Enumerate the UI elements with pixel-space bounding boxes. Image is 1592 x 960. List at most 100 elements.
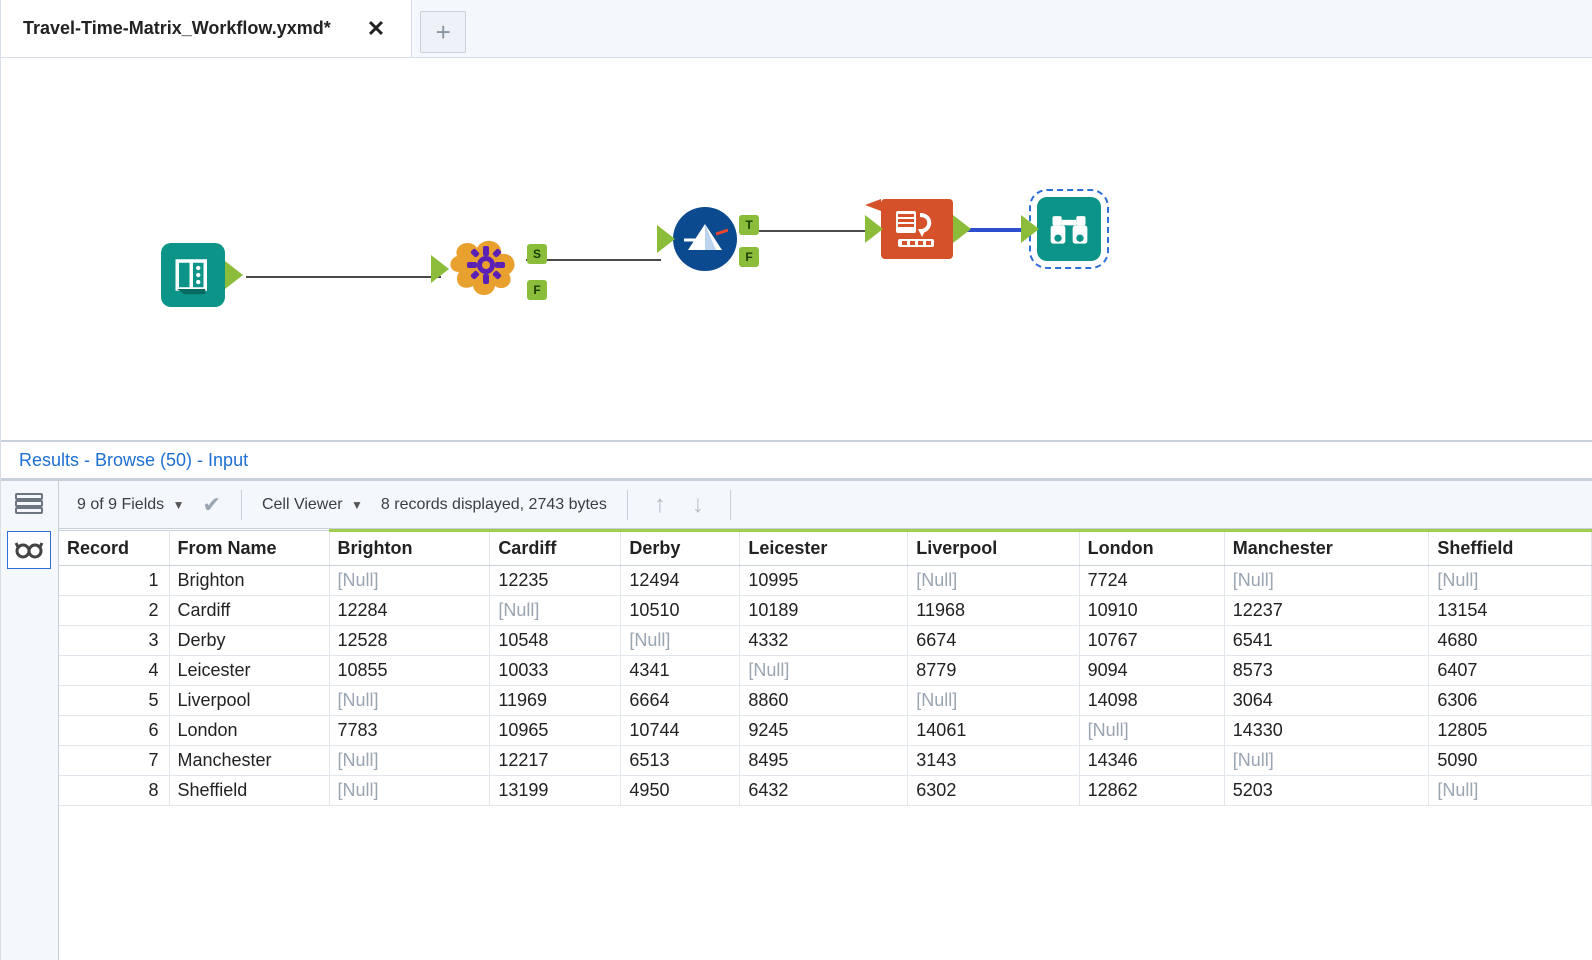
data-cell[interactable]: 14061 xyxy=(908,716,1079,746)
data-cell[interactable]: [Null] xyxy=(740,656,908,686)
record-number-cell[interactable]: 2 xyxy=(59,596,169,626)
from-name-cell[interactable]: Manchester xyxy=(169,746,329,776)
data-cell[interactable]: 4332 xyxy=(740,626,908,656)
connection-formula-crosstab[interactable] xyxy=(747,230,871,232)
column-header[interactable]: Record xyxy=(59,531,169,566)
record-number-cell[interactable]: 5 xyxy=(59,686,169,716)
record-number-cell[interactable]: 6 xyxy=(59,716,169,746)
data-view-button[interactable] xyxy=(7,531,51,569)
data-cell[interactable]: 11968 xyxy=(908,596,1079,626)
column-header[interactable]: Manchester xyxy=(1224,531,1429,566)
data-cell[interactable]: 10855 xyxy=(329,656,490,686)
output-anchor[interactable] xyxy=(953,215,971,243)
data-cell[interactable]: [Null] xyxy=(329,686,490,716)
output-anchor[interactable] xyxy=(225,261,243,289)
fields-selector[interactable]: 9 of 9 Fields ▼ xyxy=(77,496,189,514)
data-cell[interactable]: [Null] xyxy=(329,746,490,776)
data-cell[interactable]: 8860 xyxy=(740,686,908,716)
column-header[interactable]: Cardiff xyxy=(490,531,621,566)
results-title-bar[interactable]: Results - Browse (50) - Input xyxy=(1,440,1592,480)
record-number-cell[interactable]: 4 xyxy=(59,656,169,686)
data-cell[interactable]: 6432 xyxy=(740,776,908,806)
data-cell[interactable]: 12237 xyxy=(1224,596,1429,626)
data-cell[interactable]: 12862 xyxy=(1079,776,1224,806)
input-data-tool[interactable] xyxy=(161,243,243,307)
data-cell[interactable]: [Null] xyxy=(1429,776,1592,806)
column-header[interactable]: Leicester xyxy=(740,531,908,566)
from-name-cell[interactable]: Leicester xyxy=(169,656,329,686)
data-cell[interactable]: 6302 xyxy=(908,776,1079,806)
data-cell[interactable]: 13154 xyxy=(1429,596,1592,626)
data-cell[interactable]: 12528 xyxy=(329,626,490,656)
data-cell[interactable]: 3064 xyxy=(1224,686,1429,716)
data-cell[interactable]: 8779 xyxy=(908,656,1079,686)
new-tab-button[interactable]: + xyxy=(420,11,466,53)
data-cell[interactable]: 3143 xyxy=(908,746,1079,776)
data-cell[interactable]: 7724 xyxy=(1079,566,1224,596)
data-cell[interactable]: [Null] xyxy=(1079,716,1224,746)
data-cell[interactable]: 10995 xyxy=(740,566,908,596)
input-anchor[interactable] xyxy=(657,225,675,253)
column-header[interactable]: Brighton xyxy=(329,531,490,566)
table-row[interactable]: 6London77831096510744924514061[Null]1433… xyxy=(59,716,1592,746)
macro-tool[interactable]: S F xyxy=(431,230,525,308)
data-cell[interactable]: [Null] xyxy=(621,626,740,656)
data-cell[interactable]: 6674 xyxy=(908,626,1079,656)
data-cell[interactable]: 9094 xyxy=(1079,656,1224,686)
column-header[interactable]: From Name xyxy=(169,531,329,566)
record-number-cell[interactable]: 8 xyxy=(59,776,169,806)
data-cell[interactable]: [Null] xyxy=(490,596,621,626)
from-name-cell[interactable]: Derby xyxy=(169,626,329,656)
record-number-cell[interactable]: 3 xyxy=(59,626,169,656)
anchor-t[interactable]: T xyxy=(739,215,759,235)
column-header[interactable]: Derby xyxy=(621,531,740,566)
apply-check-icon[interactable]: ✔ xyxy=(203,492,221,518)
workflow-canvas[interactable]: S F T F xyxy=(1,58,1592,440)
from-name-cell[interactable]: Sheffield xyxy=(169,776,329,806)
data-cell[interactable]: [Null] xyxy=(908,566,1079,596)
data-cell[interactable]: 10965 xyxy=(490,716,621,746)
column-header[interactable]: London xyxy=(1079,531,1224,566)
table-row[interactable]: 4Leicester10855100334341[Null]8779909485… xyxy=(59,656,1592,686)
next-record-button[interactable]: ↓ xyxy=(686,491,710,519)
input-anchor[interactable] xyxy=(865,215,883,243)
data-cell[interactable]: [Null] xyxy=(1429,566,1592,596)
column-header[interactable]: Sheffield xyxy=(1429,531,1592,566)
data-cell[interactable]: 12235 xyxy=(490,566,621,596)
connection-input-macro[interactable] xyxy=(246,276,441,278)
data-cell[interactable]: 6541 xyxy=(1224,626,1429,656)
table-row[interactable]: 8Sheffield[Null]131994950643263021286252… xyxy=(59,776,1592,806)
data-cell[interactable]: 10033 xyxy=(490,656,621,686)
data-cell[interactable]: 13199 xyxy=(490,776,621,806)
input-anchor[interactable] xyxy=(1021,215,1039,243)
table-row[interactable]: 3Derby1252810548[Null]433266741076765414… xyxy=(59,626,1592,656)
anchor-f[interactable]: F xyxy=(739,247,759,267)
formula-tool[interactable]: T F xyxy=(657,207,737,271)
data-cell[interactable]: [Null] xyxy=(329,776,490,806)
table-row[interactable]: 2Cardiff12284[Null]105101018911968109101… xyxy=(59,596,1592,626)
data-cell[interactable]: 6306 xyxy=(1429,686,1592,716)
from-name-cell[interactable]: Cardiff xyxy=(169,596,329,626)
data-cell[interactable]: 5090 xyxy=(1429,746,1592,776)
data-cell[interactable]: 10548 xyxy=(490,626,621,656)
data-cell[interactable]: 12217 xyxy=(490,746,621,776)
data-cell[interactable]: 12805 xyxy=(1429,716,1592,746)
data-cell[interactable]: 14330 xyxy=(1224,716,1429,746)
table-row[interactable]: 1Brighton[Null]122351249410995[Null]7724… xyxy=(59,566,1592,596)
results-grid[interactable]: RecordFrom NameBrightonCardiffDerbyLeice… xyxy=(59,529,1592,960)
data-cell[interactable]: 4341 xyxy=(621,656,740,686)
anchor-f[interactable]: F xyxy=(527,280,547,300)
data-cell[interactable]: 4680 xyxy=(1429,626,1592,656)
record-number-cell[interactable]: 7 xyxy=(59,746,169,776)
data-cell[interactable]: [Null] xyxy=(329,566,490,596)
data-cell[interactable]: 9245 xyxy=(740,716,908,746)
record-number-cell[interactable]: 1 xyxy=(59,566,169,596)
data-cell[interactable]: 6664 xyxy=(621,686,740,716)
browse-tool[interactable] xyxy=(1021,197,1101,261)
from-name-cell[interactable]: London xyxy=(169,716,329,746)
column-header[interactable]: Liverpool xyxy=(908,531,1079,566)
data-cell[interactable]: 11969 xyxy=(490,686,621,716)
previous-record-button[interactable]: ↑ xyxy=(648,491,672,519)
data-cell[interactable]: [Null] xyxy=(1224,746,1429,776)
input-anchor[interactable] xyxy=(431,255,449,283)
